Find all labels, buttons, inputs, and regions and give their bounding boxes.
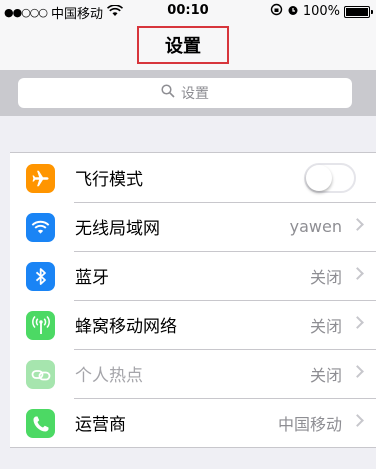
page-title: 设置 (137, 26, 229, 64)
wifi-icon (26, 213, 55, 242)
settings-row-cellular[interactable]: 蜂窝移动网络 关闭 (10, 300, 376, 349)
search-icon (161, 84, 175, 102)
setting-value: 关闭 (309, 267, 342, 287)
setting-value: 关闭 (309, 316, 342, 336)
rotation-lock-icon (270, 3, 283, 20)
phone-icon (26, 409, 55, 438)
chevron-right-icon (351, 316, 364, 329)
settings-row-personal-hotspot[interactable]: 个人热点 关闭 (10, 349, 376, 398)
setting-label: 运营商 (75, 415, 126, 435)
setting-label: 个人热点 (75, 366, 143, 386)
status-right: 100% (270, 3, 373, 20)
airplane-mode-toggle[interactable] (304, 163, 356, 193)
airplane-icon (26, 164, 55, 193)
hotspot-icon (26, 360, 55, 389)
search-placeholder: 设置 (181, 86, 209, 102)
chevron-right-icon (351, 365, 364, 378)
battery-percent: 100% (302, 4, 340, 19)
cellular-icon (26, 311, 55, 340)
section-spacer (0, 116, 376, 152)
setting-label: 飞行模式 (75, 170, 143, 190)
toggle-knob (306, 165, 332, 191)
settings-row-bluetooth[interactable]: 蓝牙 关闭 (10, 251, 376, 300)
navigation-bar: 设置 (0, 22, 376, 70)
settings-list: 飞行模式 无线局域网 yawen 蓝牙 关闭 蜂窝移动网络 关闭 个人热点 关闭 (10, 152, 376, 448)
chevron-right-icon (351, 267, 364, 280)
chevron-right-icon (351, 414, 364, 427)
settings-row-carrier[interactable]: 运营商 中国移动 (10, 398, 376, 447)
setting-label: 无线局域网 (75, 219, 160, 239)
setting-value: yawen (289, 217, 342, 236)
setting-value: 关闭 (309, 365, 342, 385)
status-bar: ●●○○○ 中国移动 00:10 100% (0, 0, 376, 22)
setting-value: 中国移动 (277, 414, 342, 434)
search-bar-container: 设置 (0, 70, 376, 116)
search-field[interactable]: 设置 (18, 78, 352, 108)
chevron-right-icon (351, 218, 364, 231)
battery-icon (344, 5, 373, 18)
settings-row-airplane-mode[interactable]: 飞行模式 (10, 153, 376, 202)
alarm-icon (287, 4, 299, 20)
settings-row-wlan[interactable]: 无线局域网 yawen (10, 202, 376, 251)
setting-label: 蜂窝移动网络 (75, 317, 177, 337)
setting-label: 蓝牙 (75, 268, 109, 288)
bluetooth-icon (26, 262, 55, 291)
